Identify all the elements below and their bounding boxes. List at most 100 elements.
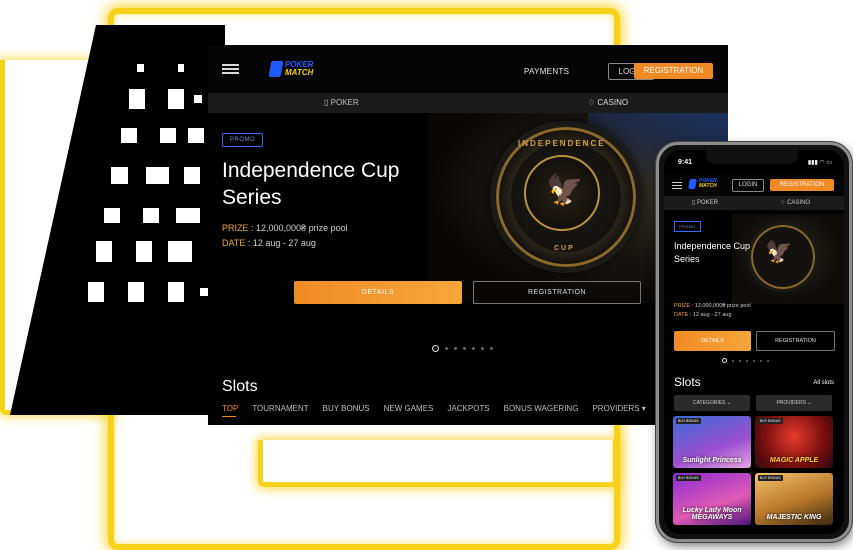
game-badge: BUY BONUS — [758, 475, 783, 481]
decorative-glow-bar — [258, 440, 618, 487]
details-button[interactable]: DETAILS — [674, 331, 751, 351]
logo-line2: MATCH — [285, 68, 314, 77]
tab-poker[interactable]: ▯ POKER — [692, 199, 718, 206]
carousel-dot[interactable] — [445, 347, 448, 350]
game-title: Sunlight Princess — [682, 457, 742, 464]
tab-providers[interactable]: PROVIDERS ▾ — [592, 404, 645, 413]
chip-text-bottom: CUP — [554, 245, 575, 252]
game-card[interactable]: BUY BONUS Lucky Lady Moon MEGAWAYS — [673, 473, 751, 525]
carousel-dot[interactable] — [753, 359, 755, 362]
poker-chip-icon: ▯ — [692, 200, 696, 206]
carousel-dot[interactable] — [767, 359, 769, 362]
carousel-dots — [432, 345, 499, 352]
hero-title: Independence Cup Series — [674, 241, 751, 264]
game-badge: BUY BONUS — [676, 418, 701, 424]
logo-mark-icon — [268, 61, 284, 77]
details-button[interactable]: DETAILS — [294, 281, 462, 304]
prize-value: : 12,000,000₴ prize pool — [690, 303, 751, 309]
prize-value: : 12,000,000₴ prize pool — [248, 223, 348, 233]
hero-prize: PRIZE : 12,000,000₴ prize pool — [222, 223, 348, 233]
phone-screen: 9:41 ▮▮▮ ◠ ▭ POKER MATCH LOGIN REGISTRAT… — [664, 150, 844, 534]
hero-registration-button[interactable]: REGISTRATION — [473, 281, 641, 304]
registration-button[interactable]: REGISTRATION — [770, 179, 834, 191]
date-value: : 12 aug - 27 aug — [688, 312, 732, 318]
tab-casino[interactable]: ♢ CASINO — [780, 199, 810, 206]
carousel-dot[interactable] — [432, 345, 439, 352]
registration-button[interactable]: REGISTRATION — [634, 63, 713, 79]
prize-label: PRIZE — [674, 303, 691, 309]
chip-text-top: INDEPENDENCE — [518, 139, 606, 148]
all-slots-link[interactable]: All slots — [813, 380, 834, 386]
carousel-dot[interactable] — [746, 359, 748, 362]
hero-prize: PRIZE : 12,000,000₴ prize pool — [674, 303, 751, 309]
tab-buy-bonus[interactable]: BUY BONUS — [323, 404, 370, 413]
phone-notch — [706, 150, 798, 164]
tab-poker-label: POKER — [330, 98, 359, 107]
game-card[interactable]: BUY BONUS Sunlight Princess — [673, 416, 751, 468]
logo-mark-icon — [688, 179, 697, 189]
carousel-dot[interactable] — [472, 347, 475, 350]
date-value: : 12 aug - 27 aug — [245, 238, 316, 248]
hero-date: DATE : 12 aug - 27 aug — [674, 312, 731, 318]
logo[interactable]: POKER MATCH — [688, 179, 717, 189]
game-title: Lucky Lady Moon MEGAWAYS — [682, 507, 742, 521]
tab-bonus-wagering[interactable]: BONUS WAGERING — [504, 404, 579, 413]
logo-line2: MATCH — [699, 183, 717, 189]
active-tab-underline — [222, 416, 236, 417]
categories-select-label: CATEGORIES — [692, 400, 726, 406]
game-title: MAGIC APPLE — [769, 457, 819, 464]
poker-chip-image: 🦅 — [748, 222, 818, 292]
desktop-header: POKER MATCH PAYMENTS LOGIN REGISTRATION — [208, 45, 728, 93]
diamond-icon: ♢ — [588, 98, 596, 107]
providers-select-label: PROVIDERS — [776, 400, 806, 406]
carousel-dot[interactable] — [490, 347, 493, 350]
hamburger-icon[interactable] — [222, 64, 239, 74]
prize-label: PRIZE — [222, 223, 249, 233]
eagle-icon: 🦅 — [546, 174, 584, 207]
logo[interactable]: POKER MATCH — [268, 61, 314, 77]
slots-title: Slots — [222, 378, 258, 395]
carousel-dots — [722, 358, 774, 363]
promo-badge: PROMO — [674, 221, 701, 232]
tab-top[interactable]: TOP — [222, 404, 238, 413]
game-badge: BUY BONUS — [758, 418, 783, 424]
tab-casino-label: CASINO — [597, 98, 629, 107]
carousel-dot[interactable] — [722, 358, 727, 363]
tab-new-games[interactable]: NEW GAMES — [384, 404, 434, 413]
tab-casino-label: CASINO — [787, 200, 811, 206]
game-card[interactable]: BUY BONUS MAJESTIC KING — [755, 473, 833, 525]
carousel-dot[interactable] — [454, 347, 457, 350]
providers-select[interactable]: PROVIDERS ⌄ — [756, 395, 832, 411]
poker-chip-image: INDEPENDENCE 🦅 CUP — [490, 121, 642, 273]
game-title: MAJESTIC KING — [766, 514, 822, 521]
payments-link[interactable]: PAYMENTS — [524, 67, 569, 76]
game-badge: BUY BONUS — [676, 475, 701, 481]
poker-chip-icon: ▯ — [324, 98, 329, 107]
tab-jackpots[interactable]: JACKPOTS — [447, 404, 489, 413]
chevron-down-icon: ⌄ — [726, 400, 731, 406]
phone-header: POKER MATCH LOGIN REGISTRATION — [664, 174, 844, 196]
eagle-icon: 🦅 — [765, 239, 793, 264]
promo-badge: PROMO — [222, 133, 264, 147]
tab-poker-label: POKER — [696, 200, 718, 206]
hero-registration-button[interactable]: REGISTRATION — [756, 331, 835, 351]
categories-select[interactable]: CATEGORIES ⌄ — [674, 395, 750, 411]
tab-tournament[interactable]: TOURNAMENT — [252, 404, 308, 413]
hamburger-icon[interactable] — [672, 182, 682, 189]
carousel-dot[interactable] — [760, 359, 762, 362]
game-card[interactable]: BUY BONUS MAGIC APPLE — [755, 416, 833, 468]
login-button[interactable]: LOGIN — [732, 179, 764, 192]
slots-title: Slots — [674, 375, 701, 389]
tab-poker[interactable]: ▯ POKER — [324, 98, 359, 107]
carousel-dot[interactable] — [732, 359, 734, 362]
status-icons: ▮▮▮ ◠ ▭ — [807, 160, 832, 166]
tab-casino[interactable]: ♢ CASINO — [588, 98, 628, 107]
diamond-icon: ♢ — [780, 200, 786, 206]
carousel-dot[interactable] — [481, 347, 484, 350]
carousel-dot[interactable] — [463, 347, 466, 350]
hero-banner: INDEPENDENCE 🦅 CUP PROMO Independence Cu… — [208, 113, 728, 315]
carousel-dot[interactable] — [739, 359, 741, 362]
product-subnav: ▯ POKER ♢ CASINO — [208, 93, 728, 113]
product-subnav: ▯ POKER ♢ CASINO — [664, 196, 844, 210]
hero-date: DATE : 12 aug - 27 aug — [222, 238, 316, 248]
